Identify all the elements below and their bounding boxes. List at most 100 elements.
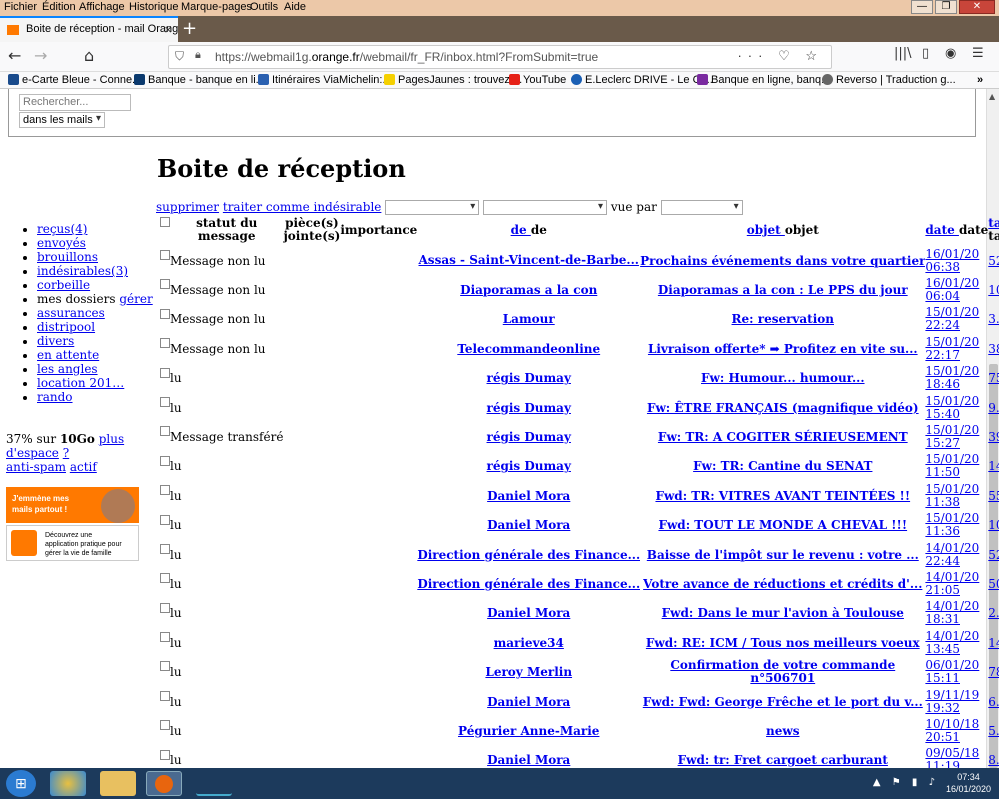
- promo-banner-family[interactable]: Découvrez une application pratique pour …: [6, 525, 139, 561]
- row-sender-link[interactable]: régis Dumay: [487, 371, 571, 385]
- sort-from-link[interactable]: de: [511, 223, 531, 237]
- row-date-link[interactable]: 15/01/20 18:46: [925, 364, 979, 391]
- row-checkbox[interactable]: [160, 602, 170, 613]
- row-size-link[interactable]: 3.6 ko: [988, 312, 999, 326]
- row-sender-link[interactable]: marieve34: [494, 636, 564, 650]
- row-date-link[interactable]: 14/01/20 18:31: [925, 599, 979, 626]
- row-date-link[interactable]: 16/01/20 06:04: [925, 276, 979, 303]
- mark-as-select[interactable]: [483, 200, 608, 215]
- search-scope-select[interactable]: dans les mails: [19, 112, 105, 128]
- move-to-select[interactable]: [385, 200, 480, 215]
- row-subject-link[interactable]: Fw: TR: A COGITER SÉRIEUSEMENT: [658, 430, 908, 444]
- account-icon[interactable]: ◉: [945, 46, 956, 61]
- row-subject-link[interactable]: Fwd: TOUT LE MONDE A CHEVAL !!!: [658, 518, 907, 532]
- row-checkbox[interactable]: [160, 250, 170, 260]
- table-row[interactable]: Message transféré régis Dumay Fw: TR: A CO…: [160, 422, 999, 451]
- folder-link[interactable]: rando: [37, 390, 73, 404]
- home-icon[interactable]: ⌂: [84, 46, 94, 65]
- row-subject-link[interactable]: Livraison offerte* ➡ Profitez en vite su…: [648, 342, 918, 356]
- row-date-link[interactable]: 15/01/20 22:24: [925, 305, 979, 332]
- table-row[interactable]: lu régis Dumay Fw: Humour... humour... 15/0…: [160, 364, 999, 393]
- row-checkbox[interactable]: [160, 720, 170, 731]
- firefox-taskbar-icon[interactable]: [146, 771, 182, 796]
- row-checkbox[interactable]: [160, 367, 170, 378]
- network-taskbar-icon[interactable]: [196, 771, 232, 796]
- sort-size-link[interactable]: taille: [988, 216, 999, 230]
- row-size-link[interactable]: 39.9 ko: [988, 430, 999, 444]
- row-size-link[interactable]: 6.2 ko: [988, 695, 999, 709]
- folder-link[interactable]: reçus(4): [37, 222, 87, 236]
- row-size-link[interactable]: 753.4 ko: [988, 371, 999, 385]
- table-row[interactable]: lu Daniel Mora Fwd: Dans le mur l'avion à …: [160, 599, 999, 628]
- row-subject-link[interactable]: Re: reservation: [732, 312, 834, 326]
- folder-link[interactable]: distripool: [37, 320, 95, 334]
- table-row[interactable]: lu marieve34 Fwd: RE: ICM / Tous nos meill…: [160, 628, 999, 657]
- delete-link[interactable]: supprimer: [156, 200, 219, 214]
- tab-inbox[interactable]: Boite de réception - mail Orange ×: [0, 16, 178, 42]
- antispam-link[interactable]: anti-spam: [6, 460, 66, 474]
- clock[interactable]: 07:34 16/01/2020: [946, 771, 991, 795]
- search-input[interactable]: Rechercher...: [19, 94, 131, 111]
- mark-spam-link[interactable]: traiter comme indésirable: [223, 200, 382, 214]
- row-checkbox[interactable]: [160, 573, 170, 584]
- row-size-link[interactable]: 14.5 Mo: [988, 459, 999, 473]
- help-link[interactable]: ?: [63, 446, 69, 460]
- row-sender-link[interactable]: Diaporamas a la con: [460, 283, 597, 297]
- table-row[interactable]: lu Daniel Mora Fwd: TOUT LE MONDE A CHEVAL…: [160, 511, 999, 540]
- folder-link[interactable]: assurances: [37, 306, 105, 320]
- row-checkbox[interactable]: [160, 426, 170, 437]
- bookmark-item[interactable]: YouTube: [509, 74, 566, 86]
- minimize-button[interactable]: —: [911, 0, 933, 14]
- menu-fichier[interactable]: Fichier: [4, 1, 37, 13]
- bookmark-item[interactable]: Banque - banque en li...: [134, 74, 265, 86]
- row-checkbox[interactable]: [160, 308, 170, 319]
- row-sender-link[interactable]: régis Dumay: [487, 430, 571, 444]
- close-window-button[interactable]: ✕: [959, 0, 995, 14]
- row-size-link[interactable]: 55.3 ko: [988, 489, 999, 503]
- menu-edition[interactable]: Édition: [42, 1, 76, 13]
- row-subject-link[interactable]: Fw: ÊTRE FRANÇAIS (magnifique vidéo): [647, 401, 919, 415]
- row-subject-link[interactable]: Fwd: Dans le mur l'avion à Toulouse: [662, 606, 904, 620]
- row-date-link[interactable]: 15/01/20 11:36: [925, 511, 979, 538]
- folder-link[interactable]: divers: [37, 334, 74, 348]
- row-subject-link[interactable]: Votre avance de réductions et crédits d'…: [643, 577, 922, 591]
- select-all-checkbox[interactable]: [160, 217, 170, 227]
- bookmark-item[interactable]: Banque en ligne, banq...: [697, 74, 830, 86]
- row-sender-link[interactable]: Daniel Mora: [487, 695, 570, 709]
- row-subject-link[interactable]: news: [766, 724, 799, 738]
- hamburger-menu-icon[interactable]: ☰: [972, 46, 984, 61]
- menu-marque-pages[interactable]: Marque-pages: [181, 1, 252, 13]
- row-sender-link[interactable]: Daniel Mora: [487, 753, 570, 767]
- row-subject-link[interactable]: Prochains événements dans votre quartier: [640, 254, 925, 268]
- row-date-link[interactable]: 14/01/20 13:45: [925, 629, 979, 656]
- row-sender-link[interactable]: Direction générale des Finance...: [417, 577, 640, 591]
- row-sender-link[interactable]: Pégurier Anne-Marie: [458, 724, 599, 738]
- row-subject-link[interactable]: Fw: Humour... humour...: [701, 371, 865, 385]
- menu-aide[interactable]: Aide: [284, 1, 306, 13]
- table-row[interactable]: lu Daniel Mora Fwd: Fwd: George Frêche et …: [160, 687, 999, 716]
- row-size-link[interactable]: 2.5 Mo: [988, 606, 999, 620]
- tab-close-icon[interactable]: ×: [164, 22, 172, 37]
- row-sender-link[interactable]: Direction générale des Finance...: [417, 548, 640, 562]
- row-date-link[interactable]: 14/01/20 22:44: [925, 541, 979, 568]
- row-date-link[interactable]: 06/01/20 15:11: [925, 658, 979, 685]
- row-size-link[interactable]: 10.3 ko: [988, 283, 999, 297]
- row-date-link[interactable]: 14/01/20 21:05: [925, 570, 979, 597]
- library-icon[interactable]: |||\: [894, 46, 912, 61]
- row-date-link[interactable]: 15/01/20 15:27: [925, 423, 979, 450]
- row-sender-link[interactable]: Daniel Mora: [487, 518, 570, 532]
- page-actions-icon[interactable]: ··· ♡ ☆: [737, 48, 823, 64]
- row-sender-link[interactable]: régis Dumay: [487, 459, 571, 473]
- folder-link[interactable]: en attente: [37, 348, 99, 362]
- folder-link[interactable]: les angles: [37, 362, 98, 376]
- table-row[interactable]: Message non lu Lamour Re: reservation 15/01…: [160, 305, 999, 334]
- bookmark-item[interactable]: Reverso | Traduction g...: [822, 74, 956, 86]
- table-row[interactable]: Message non lu Assas - Saint-Vincent-de-B…: [160, 246, 999, 275]
- row-sender-link[interactable]: Leroy Merlin: [485, 665, 572, 679]
- row-size-link[interactable]: 5.2 ko: [988, 724, 999, 738]
- row-subject-link[interactable]: Diaporamas a la con : Le PPS du jour: [658, 283, 908, 297]
- row-checkbox[interactable]: [160, 661, 170, 672]
- row-date-link[interactable]: 16/01/20 06:38: [925, 247, 979, 274]
- row-size-link[interactable]: 141.2 ko: [988, 636, 999, 650]
- menu-affichage[interactable]: Affichage: [79, 1, 125, 13]
